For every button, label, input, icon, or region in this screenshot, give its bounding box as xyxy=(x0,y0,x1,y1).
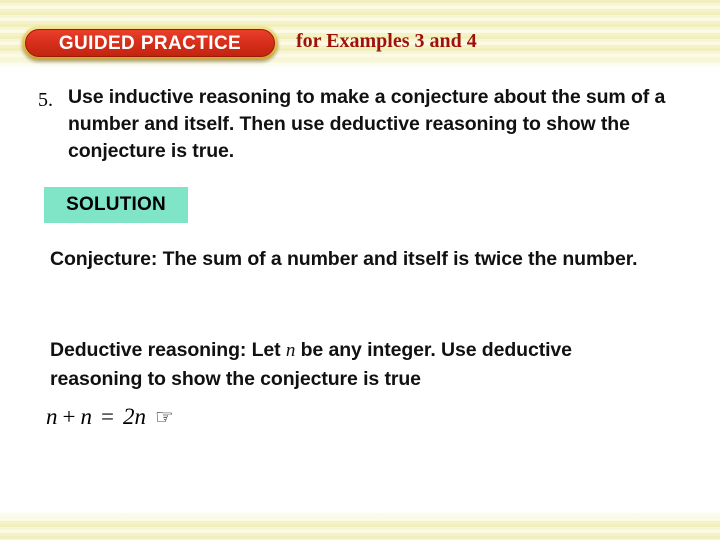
equation-plus-operator: + xyxy=(62,404,76,429)
problem-text: Use inductive reasoning to make a conjec… xyxy=(68,86,666,162)
equation-equals-sign: = xyxy=(100,404,114,429)
pointing-hand-icon: ☞ xyxy=(154,404,174,429)
guided-practice-badge: GUIDED PRACTICE xyxy=(22,26,278,60)
deductive-text-part1: Deductive reasoning: Let xyxy=(50,339,286,361)
equation-result-term: 2n xyxy=(122,404,146,429)
deductive-variable-n: n xyxy=(285,340,296,361)
guided-practice-badge-label: GUIDED PRACTICE xyxy=(58,32,242,54)
equation-term-a: n xyxy=(46,404,58,429)
examples-reference-note: for Examples 3 and 4 xyxy=(296,30,477,52)
equation-term-b: n xyxy=(80,404,92,429)
solution-highlight-box: SOLUTION xyxy=(44,187,188,223)
guided-practice-badge-inner: GUIDED PRACTICE xyxy=(25,29,275,57)
problem-block: 5. Use inductive reasoning to make a con… xyxy=(38,84,698,165)
slide-canvas: GUIDED PRACTICE for Examples 3 and 4 5. … xyxy=(0,0,720,540)
bottom-decorative-band xyxy=(0,512,720,540)
problem-number: 5. xyxy=(38,89,53,111)
deductive-paragraph: Deductive reasoning: Let n be any intege… xyxy=(50,336,630,393)
solution-label: SOLUTION xyxy=(66,194,166,215)
equation-line: n + n = 2n ☞ xyxy=(46,404,174,430)
conjecture-paragraph: Conjecture: The sum of a number and itse… xyxy=(50,248,638,270)
